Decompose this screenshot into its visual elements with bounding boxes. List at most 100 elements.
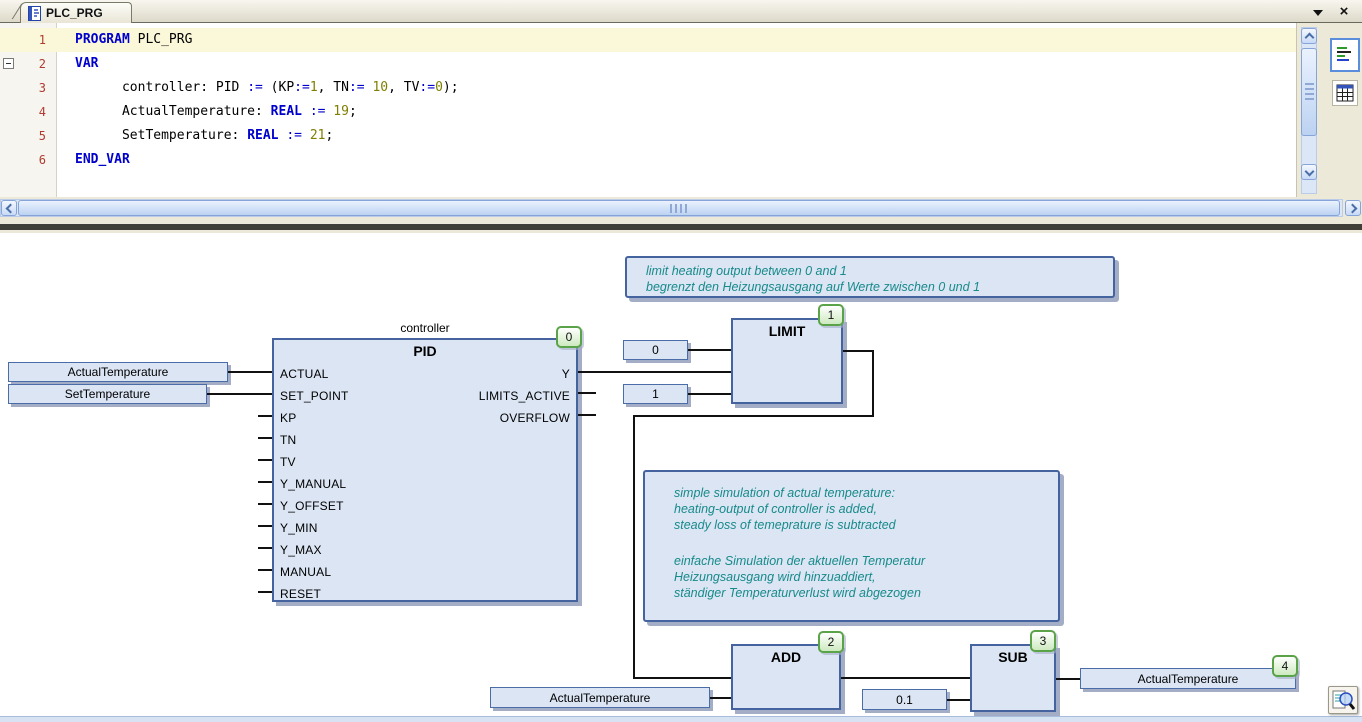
keyword: VAR	[75, 56, 98, 71]
tab-plc-prg[interactable]: PLC_PRG	[20, 2, 132, 23]
code-text: SetTemperature: REAL := 21;	[75, 124, 333, 148]
scroll-down-button[interactable]	[1301, 164, 1317, 180]
pid-block[interactable]: PID ACTUAL SET_POINT KP TN TV Y_MANUAL Y…	[272, 338, 578, 602]
table-grid-icon	[1336, 84, 1354, 102]
scroll-left-button[interactable]	[1, 200, 17, 216]
output-box-actual-temperature[interactable]: ActualTemperature	[1080, 668, 1296, 689]
pid-output-y: Y	[562, 366, 570, 382]
code-line-5[interactable]: 5 SetTemperature: REAL := 21;	[0, 124, 1296, 148]
number-literal: 0	[435, 80, 443, 95]
pou-document-icon	[28, 6, 41, 21]
wire-actualtemp-to-pid	[228, 371, 272, 373]
code-line-2[interactable]: 2 VAR	[0, 52, 1296, 76]
sub-block[interactable]: SUB	[970, 644, 1056, 712]
comment-spacer	[674, 533, 1050, 553]
chevron-right-icon	[1347, 203, 1357, 213]
punctuation: );	[443, 80, 459, 95]
close-icon: ×	[1340, 4, 1349, 19]
operator: :=	[349, 80, 365, 95]
pid-input-stub	[258, 437, 272, 439]
keyword: END_VAR	[75, 152, 130, 167]
pid-block-title: PID	[274, 343, 576, 359]
pid-input-actual: ACTUAL	[280, 366, 329, 382]
scroll-up-button[interactable]	[1301, 28, 1317, 44]
pid-output-limits-active: LIMITS_ACTIVE	[479, 388, 570, 404]
code-line-1[interactable]: 1 PROGRAM PLC_PRG	[0, 28, 1296, 52]
magnifier-document-icon	[1331, 688, 1355, 712]
space	[302, 104, 310, 119]
pid-input-tn: TN	[280, 432, 296, 448]
diagram-bottom-scroll-strip[interactable]	[0, 716, 1362, 722]
punctuation: ;	[349, 104, 357, 119]
number-literal: 10	[372, 80, 388, 95]
comment-limit[interactable]: limit heating output between 0 and 1 beg…	[625, 256, 1115, 298]
keyword: REAL	[271, 104, 302, 119]
pid-instance-name[interactable]: controller	[272, 321, 578, 335]
input-box-constant-0[interactable]: 0	[623, 340, 688, 360]
pid-input-stub	[258, 481, 272, 483]
input-box-actual-temperature[interactable]: ActualTemperature	[8, 362, 228, 382]
wire-limit-out-v1	[872, 350, 874, 417]
comment-line: einfache Simulation der aktuellen Temper…	[674, 553, 1050, 569]
number-literal: 21	[310, 128, 326, 143]
tab-list-dropdown-button[interactable]	[1310, 7, 1326, 19]
identifier: ActualTemperature:	[75, 104, 271, 119]
code-text: PROGRAM PLC_PRG	[75, 28, 192, 52]
chevron-down-icon	[1313, 10, 1323, 16]
minus-icon	[6, 63, 11, 64]
sub-exec-order-badge: 3	[1030, 630, 1056, 652]
vertical-scrollbar-thumb[interactable]	[1301, 48, 1317, 136]
tab-bar	[0, 0, 1362, 23]
diagram-zoom-button[interactable]	[1328, 686, 1358, 714]
identifier: controller: PID	[75, 80, 247, 95]
pid-input-stub	[258, 591, 272, 593]
pid-input-y-manual: Y_MANUAL	[280, 476, 346, 492]
limit-block[interactable]: LIMIT	[731, 318, 843, 404]
input-box-set-temperature[interactable]: SetTemperature	[8, 384, 207, 404]
pid-input-set-point: SET_POINT	[280, 388, 348, 404]
horizontal-scrollbar-thumb[interactable]	[18, 200, 1340, 216]
wire-limit-out-h1	[843, 350, 874, 352]
code-text: END_VAR	[75, 148, 130, 172]
input-box-actual-temperature-2[interactable]: ActualTemperature	[490, 687, 710, 708]
code-line-3[interactable]: 3 controller: PID := (KP:=1, TN:= 10, TV…	[0, 76, 1296, 100]
comment-simulation[interactable]: simple simulation of actual temperature:…	[643, 470, 1060, 622]
keyword: REAL	[247, 128, 278, 143]
plc-ide-window: PLC_PRG × 1 PROGRAM PLC_PRG 2 VAR 3 cont…	[0, 0, 1362, 722]
line-number: 4	[0, 100, 46, 124]
line-number: 1	[0, 28, 46, 52]
number-literal: 1	[310, 80, 318, 95]
wire-limit-out-h2	[633, 415, 874, 417]
operator: :=	[247, 80, 263, 95]
operator: :=	[286, 128, 302, 143]
pid-input-stub	[258, 503, 272, 505]
wire-actualtemp2-to-add	[710, 697, 731, 699]
operator: :=	[294, 80, 310, 95]
scroll-right-button[interactable]	[1345, 200, 1361, 216]
code-line-6[interactable]: 6 END_VAR	[0, 148, 1296, 172]
code-line-4[interactable]: 4 ActualTemperature: REAL := 19;	[0, 100, 1296, 124]
pid-input-reset: RESET	[280, 586, 321, 602]
operator: :=	[310, 104, 326, 119]
code-fold-toggle[interactable]	[3, 58, 14, 69]
identifier: , TV	[388, 80, 419, 95]
input-box-constant-0-1[interactable]: 0.1	[862, 689, 947, 710]
splitter-bar	[0, 224, 1362, 230]
pid-output-stub-limits-active	[578, 392, 596, 394]
close-button[interactable]: ×	[1334, 3, 1354, 20]
add-exec-order-badge: 2	[818, 631, 844, 653]
line-number: 6	[0, 148, 46, 172]
view-mode-table-button[interactable]	[1332, 80, 1358, 106]
add-block[interactable]: ADD	[731, 644, 841, 710]
wire-const01-to-sub	[947, 699, 970, 701]
code-text: ActualTemperature: REAL := 19;	[75, 100, 357, 124]
chevron-left-icon	[5, 203, 15, 213]
wire-settemp-to-pid	[207, 393, 272, 395]
input-box-constant-1[interactable]: 1	[623, 384, 688, 404]
comment-line: heating-output of controller is added,	[674, 501, 1050, 517]
line-number: 3	[0, 76, 46, 100]
view-mode-declaration-button[interactable]	[1330, 38, 1360, 72]
comment-line: steady loss of temeprature is subtracted	[674, 517, 1050, 533]
comment-line: simple simulation of actual temperature:	[674, 485, 1050, 501]
code-text: controller: PID := (KP:=1, TN:= 10, TV:=…	[75, 76, 459, 100]
